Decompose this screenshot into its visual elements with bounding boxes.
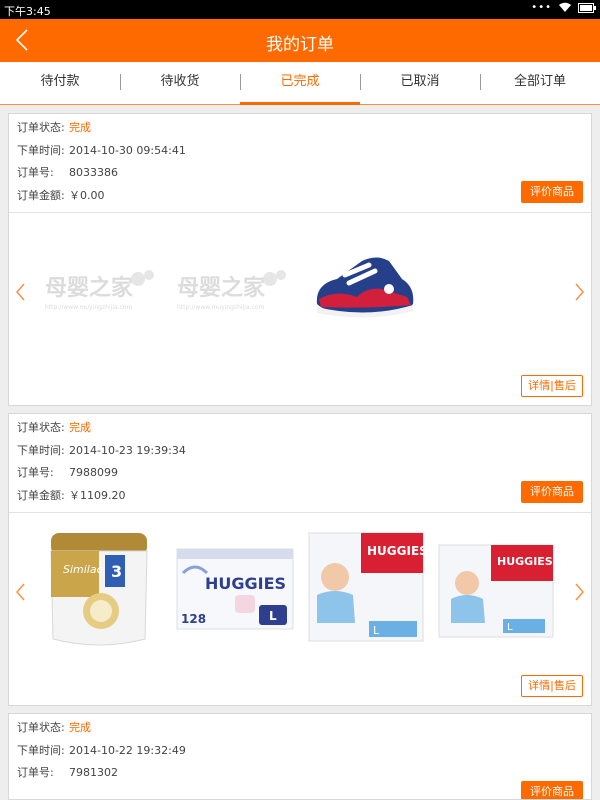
details-after-sale-button[interactable]: 详情|售后 xyxy=(521,675,583,697)
review-button[interactable]: 评价商品 xyxy=(521,781,583,799)
product-thumb-watermark[interactable]: 母婴之家 http://www.muyingzhijia.com xyxy=(43,261,158,316)
order-card: 订单状态: 完成 下单时间: 2014-10-30 09:54:41 订单号: 803… xyxy=(8,113,592,406)
svg-text:3: 3 xyxy=(111,562,122,581)
battery-icon xyxy=(578,2,596,13)
status-label: 订单状态: xyxy=(17,721,65,734)
tab-cancelled[interactable]: 已取消 xyxy=(360,62,480,104)
product-thumb-watermark[interactable]: 母婴之家 http://www.muyingzhijia.com xyxy=(175,261,290,316)
svg-text:L: L xyxy=(507,622,513,633)
chevron-left-icon[interactable] xyxy=(13,281,27,303)
tab-all-orders[interactable]: 全部订单 xyxy=(480,62,600,104)
svg-text:128: 128 xyxy=(181,612,206,626)
order-info: 订单状态: 完成 下单时间: 2014-10-22 19:32:49 订单号: 798… xyxy=(9,714,591,799)
status-bar: 下午3:45 ••• xyxy=(0,0,600,19)
status-icons: ••• xyxy=(531,2,596,13)
order-time: 2014-10-22 19:32:49 xyxy=(69,743,186,757)
svg-text:母婴之家: 母婴之家 xyxy=(45,275,134,301)
order-no-label: 订单号: xyxy=(17,466,54,479)
order-no: 7988099 xyxy=(69,466,118,479)
chevron-left-icon[interactable] xyxy=(13,581,27,603)
status-value: 完成 xyxy=(69,121,91,134)
svg-text:L: L xyxy=(373,624,380,637)
chevron-right-icon[interactable] xyxy=(573,281,587,303)
time-label: 下单时间: xyxy=(17,443,65,457)
svg-text:L: L xyxy=(269,609,277,623)
order-no: 7981302 xyxy=(69,766,118,779)
svg-text:Similac: Similac xyxy=(63,563,103,576)
product-carousel: Similac 3 HUGGIES 128 L HUGGIES L HUGGIE… xyxy=(9,512,591,705)
svg-text:HUGGIES: HUGGIES xyxy=(205,574,286,593)
order-no: 8033386 xyxy=(69,166,118,179)
clock: 下午3:45 xyxy=(4,5,51,18)
details-after-sale-button[interactable]: 详情|售后 xyxy=(521,375,583,397)
product-thumb-diapers[interactable]: HUGGIES 128 L xyxy=(175,543,295,633)
time-label: 下单时间: xyxy=(17,743,65,757)
order-amount: ￥1109.20 xyxy=(69,488,126,502)
tab-pending-receipt[interactable]: 待收货 xyxy=(120,62,240,104)
amount-label: 订单金额: xyxy=(17,188,65,202)
amount-label: 订单金额: xyxy=(17,488,65,502)
order-tabs: 待付款 待收货 已完成 已取消 全部订单 xyxy=(0,62,600,105)
status-label: 订单状态: xyxy=(17,421,65,434)
order-time: 2014-10-30 09:54:41 xyxy=(69,143,186,157)
app-header: 我的订单 xyxy=(0,19,600,62)
product-thumb-pants[interactable]: HUGGIES L xyxy=(437,543,555,639)
wifi-icon xyxy=(558,2,572,13)
svg-text:HUGGIES: HUGGIES xyxy=(497,555,553,568)
order-info: 订单状态: 完成 下单时间: 2014-10-23 19:39:34 订单号: 798… xyxy=(9,414,591,512)
product-thumb-sneaker[interactable] xyxy=(307,249,422,329)
svg-text:http://www.muyingzhijia.com: http://www.muyingzhijia.com xyxy=(177,304,264,311)
order-info: 订单状态: 完成 下单时间: 2014-10-30 09:54:41 订单号: 803… xyxy=(9,114,591,212)
page-title: 我的订单 xyxy=(266,35,334,55)
order-no-label: 订单号: xyxy=(17,166,54,179)
product-thumb-formula[interactable]: Similac 3 xyxy=(45,527,157,655)
status-value: 完成 xyxy=(69,721,91,734)
svg-text:母婴之家: 母婴之家 xyxy=(177,275,266,301)
svg-text:HUGGIES: HUGGIES xyxy=(367,544,425,558)
order-card: 订单状态: 完成 下单时间: 2014-10-23 19:39:34 订单号: 798… xyxy=(8,413,592,706)
review-button[interactable]: 评价商品 xyxy=(521,181,583,203)
tab-pending-payment[interactable]: 待付款 xyxy=(0,62,120,104)
svg-text:http://www.muyingzhijia.com: http://www.muyingzhijia.com xyxy=(45,304,132,311)
review-button[interactable]: 评价商品 xyxy=(521,481,583,503)
order-no-label: 订单号: xyxy=(17,766,54,779)
status-value: 完成 xyxy=(69,421,91,434)
time-label: 下单时间: xyxy=(17,143,65,157)
product-carousel: 母婴之家 http://www.muyingzhijia.com 母婴之家 ht… xyxy=(9,212,591,405)
notification-dots-icon: ••• xyxy=(531,2,552,13)
tab-completed[interactable]: 已完成 xyxy=(240,62,360,105)
chevron-right-icon[interactable] xyxy=(573,581,587,603)
order-time: 2014-10-23 19:39:34 xyxy=(69,443,186,457)
order-amount: ￥0.00 xyxy=(69,188,105,202)
product-thumb-pants[interactable]: HUGGIES L xyxy=(307,531,425,643)
status-label: 订单状态: xyxy=(17,121,65,134)
order-card: 订单状态: 完成 下单时间: 2014-10-22 19:32:49 订单号: 798… xyxy=(8,713,592,800)
